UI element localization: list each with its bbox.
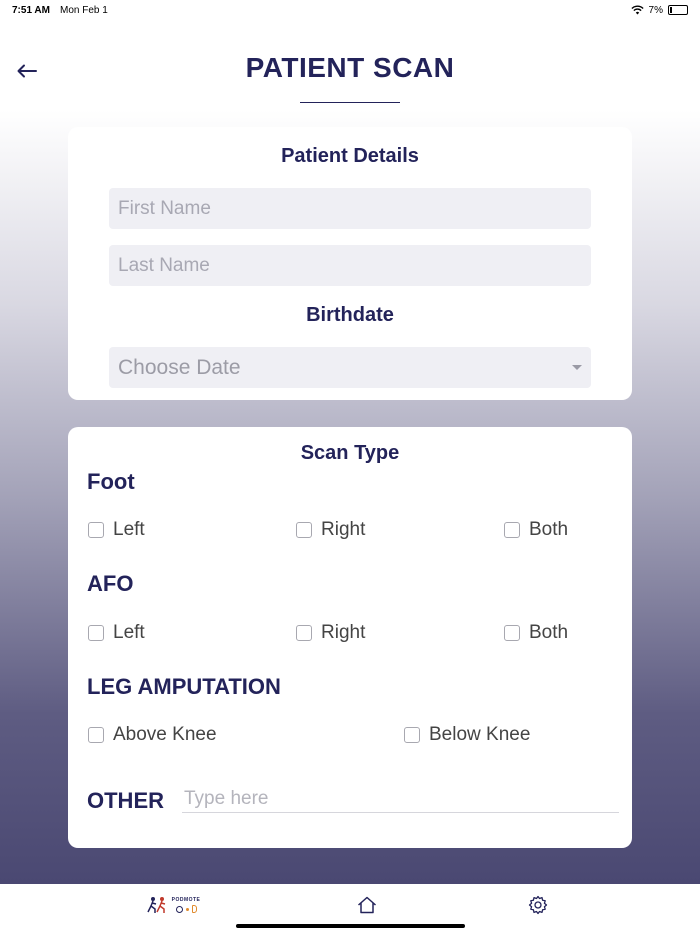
checkbox-label: Above Knee	[113, 724, 217, 745]
other-label: OTHER	[87, 788, 164, 813]
birthdate-picker[interactable]: Choose Date	[109, 347, 591, 388]
foot-label: Foot	[87, 469, 135, 494]
logo-circle	[175, 905, 183, 913]
chevron-down-icon	[572, 365, 582, 370]
patient-details-title: Patient Details	[281, 145, 419, 167]
scan-type-title: Scan Type	[300, 442, 400, 464]
afo-label: AFO	[87, 571, 134, 596]
leg-amputation-label: LEG AMPUTATION	[87, 674, 281, 699]
status-right: 7%	[630, 4, 688, 16]
checkbox-label: Right	[321, 519, 366, 540]
checkbox-label: Both	[529, 519, 569, 540]
checkbox-label: Left	[113, 622, 145, 643]
checkbox-box	[296, 522, 312, 538]
tab-home[interactable]	[354, 892, 380, 918]
checkbox-box	[404, 727, 420, 743]
afo-right-checkbox[interactable]: Right	[296, 622, 365, 644]
home-icon	[358, 896, 376, 914]
date-placeholder: Choose Date	[118, 355, 241, 379]
podmote-logo-icon	[146, 897, 165, 913]
page-title: PATIENT SCAN	[245, 52, 455, 83]
checkbox-box	[88, 727, 104, 743]
afo-both-checkbox[interactable]: Both	[504, 622, 568, 644]
scan-type-card: Scan Type Foot Left Right Both AFO Left …	[68, 427, 632, 848]
checkbox-box	[88, 625, 104, 641]
last-name-input[interactable]	[109, 245, 591, 286]
checkbox-box	[504, 522, 520, 538]
checkbox-box	[296, 625, 312, 641]
logo-p	[191, 905, 197, 913]
foot-both-checkbox[interactable]: Both	[504, 519, 568, 541]
status-bar: 7:51 AM Mon Feb 1 7%	[0, 0, 700, 20]
checkbox-label: Both	[529, 622, 569, 643]
logo-dot	[185, 907, 189, 911]
afo-left-checkbox[interactable]: Left	[88, 622, 145, 644]
title-underline	[300, 102, 400, 103]
tab-logo[interactable]: PODMOTE	[145, 892, 201, 918]
patient-details-card: Patient Details Birthdate Choose Date	[68, 127, 632, 400]
checkbox-label: Right	[321, 622, 366, 643]
status-date: Mon Feb 1	[59, 4, 108, 16]
logo-wordmark: PODMOTE	[172, 897, 201, 913]
logo-mark	[175, 905, 197, 913]
gear-icon	[528, 895, 548, 915]
checkbox-box	[88, 522, 104, 538]
other-input[interactable]	[182, 785, 619, 813]
battery-icon	[668, 5, 688, 15]
status-time: 7:51 AM	[12, 4, 50, 16]
checkbox-label: Left	[113, 519, 145, 540]
birthdate-label: Birthdate	[306, 304, 394, 326]
logo-text: PODMOTE	[171, 897, 201, 903]
foot-left-checkbox[interactable]: Left	[88, 519, 145, 541]
checkbox-box	[504, 625, 520, 641]
checkbox-label: Below Knee	[429, 724, 531, 745]
first-name-input[interactable]	[109, 188, 591, 229]
home-indicator	[236, 924, 465, 928]
foot-right-checkbox[interactable]: Right	[296, 519, 365, 541]
battery-percent: 7%	[648, 4, 663, 16]
above-knee-checkbox[interactable]: Above Knee	[88, 724, 217, 746]
below-knee-checkbox[interactable]: Below Knee	[404, 724, 530, 746]
wifi-icon	[630, 5, 644, 15]
tab-settings[interactable]	[525, 892, 551, 918]
